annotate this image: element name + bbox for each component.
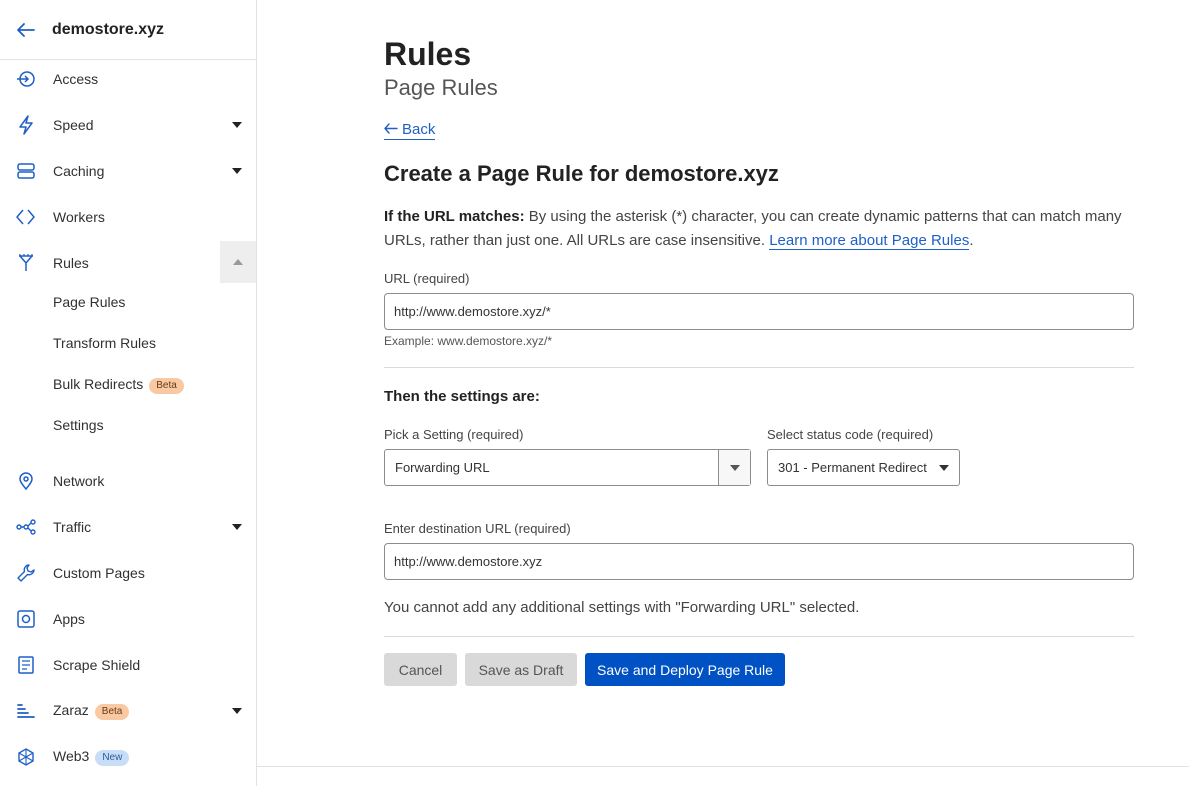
- status-select-value: 301 - Permanent Redirect: [778, 460, 927, 475]
- sidebar-item-custom-pages[interactable]: Custom Pages: [0, 551, 256, 595]
- site-name: demostore.xyz: [52, 20, 165, 38]
- intro-text: If the URL matches: By using the asteris…: [384, 205, 1134, 253]
- lightning-icon: [16, 115, 36, 135]
- sidebar-item-label: Workers: [53, 209, 105, 225]
- chevron-up-icon: [233, 259, 243, 265]
- sidebar-item-rules[interactable]: Rules: [0, 241, 256, 285]
- sidebar-subitem-settings[interactable]: Settings: [53, 413, 104, 437]
- sidebar-item-traffic[interactable]: Traffic: [0, 505, 256, 549]
- beta-badge: Beta: [149, 378, 184, 394]
- sidebar-item-speed[interactable]: Speed: [0, 103, 256, 147]
- caret-down-icon: [939, 464, 949, 471]
- caret-down-icon: [729, 464, 740, 471]
- footer-divider: [257, 766, 1189, 767]
- caching-icon: [16, 161, 36, 181]
- dropdown-toggle[interactable]: [718, 450, 750, 485]
- sidebar-item-access[interactable]: Access: [0, 57, 256, 101]
- sidebar-item-caching[interactable]: Caching: [0, 149, 256, 193]
- apps-icon: [16, 609, 36, 629]
- chevron-down-icon[interactable]: [232, 524, 242, 530]
- setting-select[interactable]: Forwarding URL: [384, 449, 751, 486]
- sidebar-item-label-text: Zaraz: [53, 702, 89, 718]
- save-deploy-button[interactable]: Save and Deploy Page Rule: [585, 653, 785, 686]
- save-draft-button[interactable]: Save as Draft: [465, 653, 577, 686]
- setting-label: Pick a Setting (required): [384, 427, 524, 442]
- sidebar-item-label: Scrape Shield: [53, 657, 141, 673]
- arrow-left-icon: [384, 121, 398, 138]
- workers-icon: [16, 207, 36, 227]
- sidebar-item-label: Custom Pages: [53, 565, 145, 581]
- sidebar-item-network[interactable]: Network: [0, 459, 256, 503]
- access-icon: [16, 69, 36, 89]
- sidebar-item-workers[interactable]: Workers: [0, 195, 256, 239]
- forwarding-note: You cannot add any additional settings w…: [384, 599, 860, 616]
- sidebar-item-label: Access: [53, 71, 99, 87]
- url-label: URL (required): [384, 271, 470, 286]
- chevron-down-icon[interactable]: [232, 168, 242, 174]
- web3-icon: [16, 747, 36, 767]
- back-link-label: Back: [402, 121, 436, 138]
- divider: [384, 636, 1134, 637]
- learn-more-link[interactable]: Learn more about Page Rules: [769, 232, 970, 250]
- sidebar-item-label: Speed: [53, 117, 94, 133]
- chevron-down-icon[interactable]: [232, 122, 242, 128]
- sidebar: demostore.xyz Access Speed Caching Worke…: [0, 0, 257, 786]
- sidebar-item-scrape-shield[interactable]: Scrape Shield: [0, 643, 256, 687]
- sidebar-item-label-text: Web3: [53, 748, 90, 764]
- sidebar-subitem-page-rules[interactable]: Page Rules: [53, 290, 125, 314]
- sidebar-item-label: Network: [53, 473, 105, 489]
- sidebar-item-web3[interactable]: Web3 New: [0, 735, 256, 779]
- url-example: Example: www.demostore.xyz/*: [384, 334, 553, 348]
- section-heading: Create a Page Rule for demostore.xyz: [384, 161, 779, 186]
- zaraz-icon: [16, 701, 36, 721]
- sidebar-item-label: Caching: [53, 163, 105, 179]
- page-title: Rules: [384, 36, 472, 72]
- back-link[interactable]: Back: [384, 121, 436, 140]
- collapse-button[interactable]: [220, 241, 256, 283]
- location-pin-icon: [16, 471, 36, 491]
- beta-badge: Beta: [94, 704, 130, 720]
- sidebar-item-zaraz[interactable]: Zaraz Beta: [0, 689, 256, 733]
- url-input[interactable]: [384, 293, 1134, 330]
- sidebar-subitem-bulk-redirects[interactable]: Bulk Redirects Beta: [53, 372, 184, 396]
- destination-label: Enter destination URL (required): [384, 521, 571, 536]
- document-icon: [16, 655, 36, 675]
- intro-bold: If the URL matches:: [384, 208, 525, 225]
- sidebar-item-label: Web3 New: [53, 748, 130, 766]
- sidebar-subitem-transform-rules[interactable]: Transform Rules: [53, 331, 156, 355]
- wrench-icon: [16, 563, 36, 583]
- sidebar-item-apps[interactable]: Apps: [0, 597, 256, 641]
- sidebar-item-label: Traffic: [53, 519, 92, 535]
- divider: [384, 367, 1134, 368]
- new-badge: New: [95, 750, 130, 766]
- sidebar-item-label: Zaraz Beta: [53, 702, 130, 720]
- setting-select-value: Forwarding URL: [395, 460, 490, 475]
- sidebar-item-label: Apps: [53, 611, 85, 627]
- site-header: demostore.xyz: [0, 0, 256, 60]
- sidebar-item-label: Rules: [53, 255, 89, 271]
- rules-icon: [16, 253, 36, 273]
- intro-end: .: [969, 232, 974, 249]
- page-subtitle: Page Rules: [384, 75, 498, 100]
- sidebar-subitem-label: Bulk Redirects: [53, 376, 144, 392]
- status-code-select[interactable]: 301 - Permanent Redirect: [767, 449, 960, 486]
- back-arrow-icon[interactable]: [16, 20, 36, 40]
- traffic-icon: [16, 517, 36, 537]
- settings-heading: Then the settings are:: [384, 388, 540, 405]
- destination-url-input[interactable]: [384, 543, 1134, 580]
- status-label: Select status code (required): [767, 427, 934, 442]
- chevron-down-icon[interactable]: [232, 708, 242, 714]
- cancel-button[interactable]: Cancel: [384, 653, 457, 686]
